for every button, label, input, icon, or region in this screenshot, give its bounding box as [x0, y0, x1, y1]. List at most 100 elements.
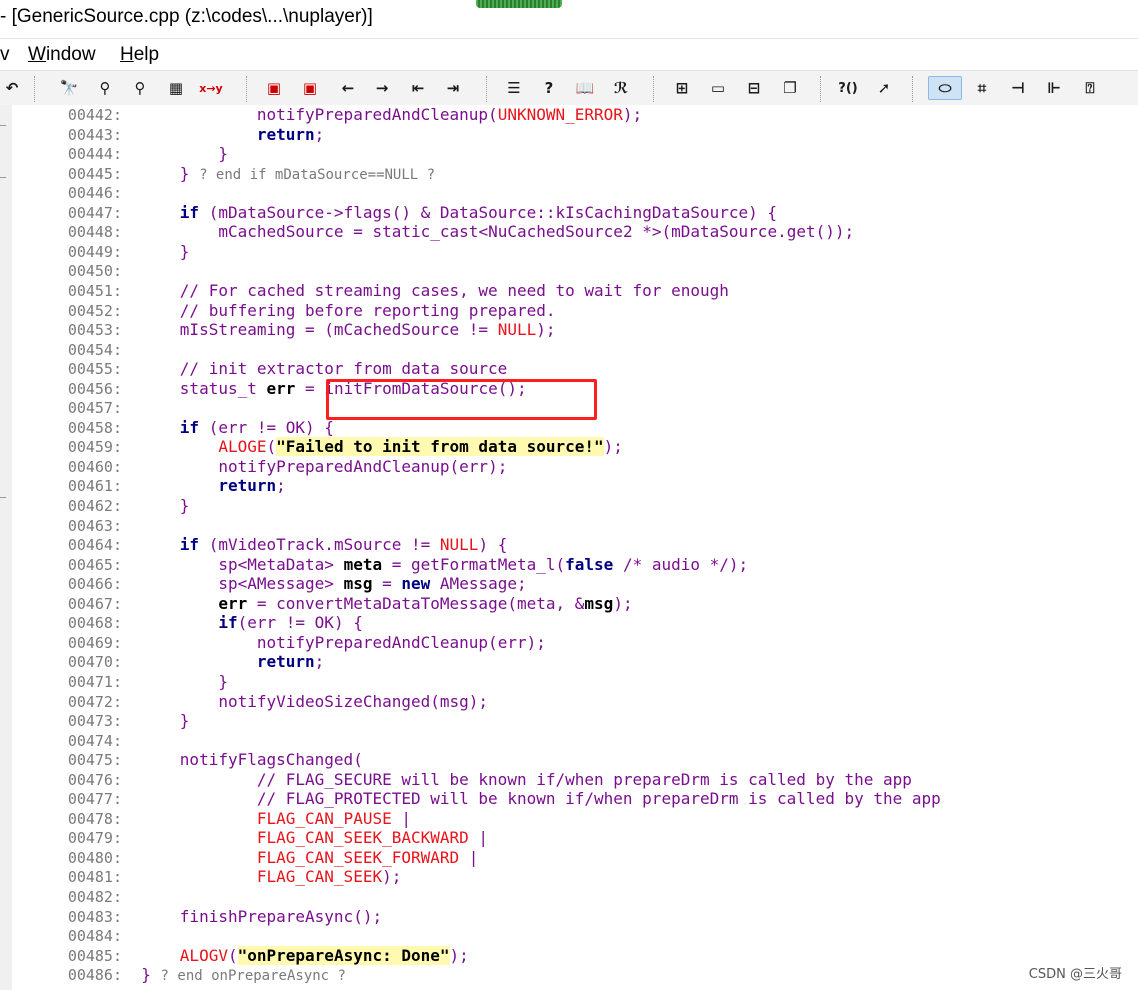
code-line[interactable]: 00454: — [12, 340, 141, 360]
code-line[interactable]: 00474: — [12, 731, 141, 751]
line-code: } — [122, 496, 190, 515]
line-number: 00486: — [67, 966, 122, 985]
line-number: 00456: — [67, 379, 122, 398]
code-line[interactable]: 00465: sp<MetaData> meta = getFormatMeta… — [12, 555, 748, 575]
code-line[interactable]: 00464: if (mVideoTrack.mSource != NULL) … — [12, 535, 508, 555]
code-line[interactable]: 00486: } ? end onPrepareAsync ? — [12, 965, 346, 985]
window-title: - [GenericSource.cpp (z:\codes\...\nupla… — [0, 6, 373, 27]
code-line[interactable]: 00468: if(err != OK) { — [12, 613, 363, 633]
line-code: if (err != OK) { — [179, 417, 334, 437]
code-line[interactable]: 00475: notifyFlagsChanged( — [12, 750, 363, 770]
info-icon[interactable]: ⍰ — [1078, 76, 1102, 100]
line-code: if (mVideoTrack.mSource != NULL) { — [179, 535, 508, 555]
code-line[interactable]: 00478: FLAG_CAN_PAUSE | — [12, 809, 411, 829]
line-code: notifyPreparedAndCleanup(err); — [218, 456, 508, 476]
code-line[interactable]: 00480: FLAG_CAN_SEEK_FORWARD | — [12, 848, 479, 868]
code-line[interactable]: 00484: — [12, 926, 141, 946]
title-grip[interactable] — [476, 0, 562, 8]
book-icon[interactable]: 📖 — [573, 76, 597, 100]
line-code: if (mDataSource->flags() & DataSource::k… — [179, 202, 778, 222]
line-code: } — [122, 711, 190, 731]
menu-item-window[interactable]: Window — [28, 44, 96, 66]
code-line[interactable]: 00457: — [12, 398, 141, 418]
code-line[interactable]: 00451: // For cached streaming cases, we… — [12, 281, 729, 301]
code-line[interactable]: 00476: // FLAG_SECURE will be known if/w… — [12, 770, 912, 790]
line-number: 00475: — [67, 751, 122, 770]
indent-left-icon[interactable]: ⇤ — [406, 76, 430, 100]
code-line[interactable]: 00458: if (err != OK) { — [12, 418, 334, 438]
find-in-files-icon[interactable]: ▦ — [164, 76, 188, 100]
code-line[interactable]: 00470: return; — [12, 652, 324, 672]
code-line[interactable]: 00462: } — [12, 496, 190, 516]
code-editor[interactable]: 00442: notifyPreparedAndCleanup(UNKNOWN_… — [12, 105, 1138, 990]
line-code: notifyPreparedAndCleanup(err); — [256, 632, 546, 652]
tile-icon[interactable]: ⊞ — [670, 76, 694, 100]
code-line[interactable]: 00461: return; — [12, 476, 286, 496]
line-code: ALOGV("onPrepareAsync: Done"); — [179, 945, 469, 965]
code-line[interactable]: 00472: notifyVideoSizeChanged(msg); — [12, 692, 488, 712]
code-line[interactable]: 00449: } — [12, 242, 190, 262]
code-line[interactable]: 00482: — [12, 887, 141, 907]
indent-right-icon[interactable]: ⇥ — [441, 76, 465, 100]
code-line[interactable]: 00455: // init extractor from data sourc… — [12, 359, 508, 379]
window-split-icon[interactable]: ⊟ — [742, 76, 766, 100]
code-line[interactable]: 00450: — [12, 261, 141, 281]
highlight-icon[interactable]: ⬭ — [928, 76, 962, 100]
window-icon[interactable]: ▭ — [706, 76, 730, 100]
context-help-icon[interactable]: ?() — [836, 76, 860, 100]
code-line[interactable]: 00448: mCachedSource = static_cast<NuCac… — [12, 222, 854, 242]
code-line[interactable]: 00466: sp<AMessage> msg = new AMessage; — [12, 574, 527, 594]
bookmark-prev-icon[interactable]: ▣ — [262, 76, 286, 100]
line-number: 00455: — [67, 360, 122, 379]
line-number: 00448: — [67, 223, 122, 242]
menu-item-view[interactable]: v — [0, 44, 10, 66]
menu-window-mnemonic: W — [28, 44, 46, 65]
line-number: 00469: — [67, 633, 122, 652]
code-line[interactable]: 00447: if (mDataSource->flags() & DataSo… — [12, 203, 777, 223]
line-code: return; — [256, 652, 325, 672]
code-line[interactable]: 00469: notifyPreparedAndCleanup(err); — [12, 633, 546, 653]
code-line[interactable]: 00473: } — [12, 711, 190, 731]
code-line[interactable]: 00446: — [12, 183, 141, 203]
symbol-window-icon[interactable]: ☰ — [502, 76, 526, 100]
code-line[interactable]: 00481: FLAG_CAN_SEEK); — [12, 867, 402, 887]
cascade-icon[interactable]: ❐ — [778, 76, 802, 100]
code-line[interactable]: 00471: } — [12, 672, 228, 692]
code-line[interactable]: 00460: notifyPreparedAndCleanup(err); — [12, 456, 508, 477]
line-code: // init extractor from data source — [141, 359, 508, 379]
code-line[interactable]: 00483: finishPrepareAsync(); — [12, 907, 382, 927]
layout-icon[interactable]: ⌗ — [970, 76, 994, 100]
line-number: 00479: — [67, 829, 122, 848]
line-number: 00449: — [67, 242, 122, 261]
code-line[interactable]: 00467: err = convertMetaDataToMessage(me… — [12, 594, 633, 614]
project-icon[interactable]: ? — [537, 76, 561, 100]
tree-icon[interactable]: ⊣ — [1006, 76, 1030, 100]
code-line[interactable]: 00444: } — [12, 144, 228, 164]
find-icon[interactable]: 🔭 — [57, 76, 81, 100]
bookmark-next-icon[interactable]: ▣ — [298, 76, 322, 100]
menu-item-help[interactable]: Help — [120, 44, 159, 66]
code-line[interactable]: 00453: mIsStreaming = (mCachedSource != … — [12, 320, 556, 340]
branch-icon[interactable]: ⊩ — [1042, 76, 1066, 100]
code-line[interactable]: 00477: // FLAG_PROTECTED will be known i… — [12, 789, 941, 809]
line-number: 00447: — [67, 203, 122, 222]
code-line[interactable]: 00485: ALOGV("onPrepareAsync: Done"); — [12, 945, 469, 966]
forward-icon[interactable]: → — [370, 76, 394, 100]
line-code: sp<MetaData> meta = getFormatMeta_l(fals… — [218, 554, 749, 574]
menu-help-rest: elp — [133, 44, 160, 65]
pointer-help-icon[interactable]: ➚ — [872, 76, 896, 100]
code-line[interactable]: 00445: } ? end if mDataSource==NULL ? — [12, 164, 435, 184]
code-line[interactable]: 00479: FLAG_CAN_SEEK_BACKWARD | — [12, 828, 488, 848]
undo-icon[interactable]: ↶ — [0, 76, 24, 100]
code-line[interactable]: 00452: // buffering before reporting pre… — [12, 301, 556, 321]
find-prev-icon[interactable]: ⚲ — [128, 76, 152, 100]
find-next-icon[interactable]: ⚲ — [93, 76, 117, 100]
toolbar-separator — [912, 76, 915, 102]
back-icon[interactable]: ← — [336, 76, 360, 100]
replace-icon[interactable]: x→y — [199, 76, 223, 100]
code-line[interactable]: 00442: notifyPreparedAndCleanup(UNKNOWN_… — [12, 105, 642, 125]
code-line[interactable]: 00459: ALOGE("Failed to init from data s… — [12, 437, 623, 457]
relation-icon[interactable]: ℛ — [609, 76, 633, 100]
code-line[interactable]: 00463: — [12, 516, 141, 536]
code-line[interactable]: 00443: return; — [12, 125, 324, 145]
